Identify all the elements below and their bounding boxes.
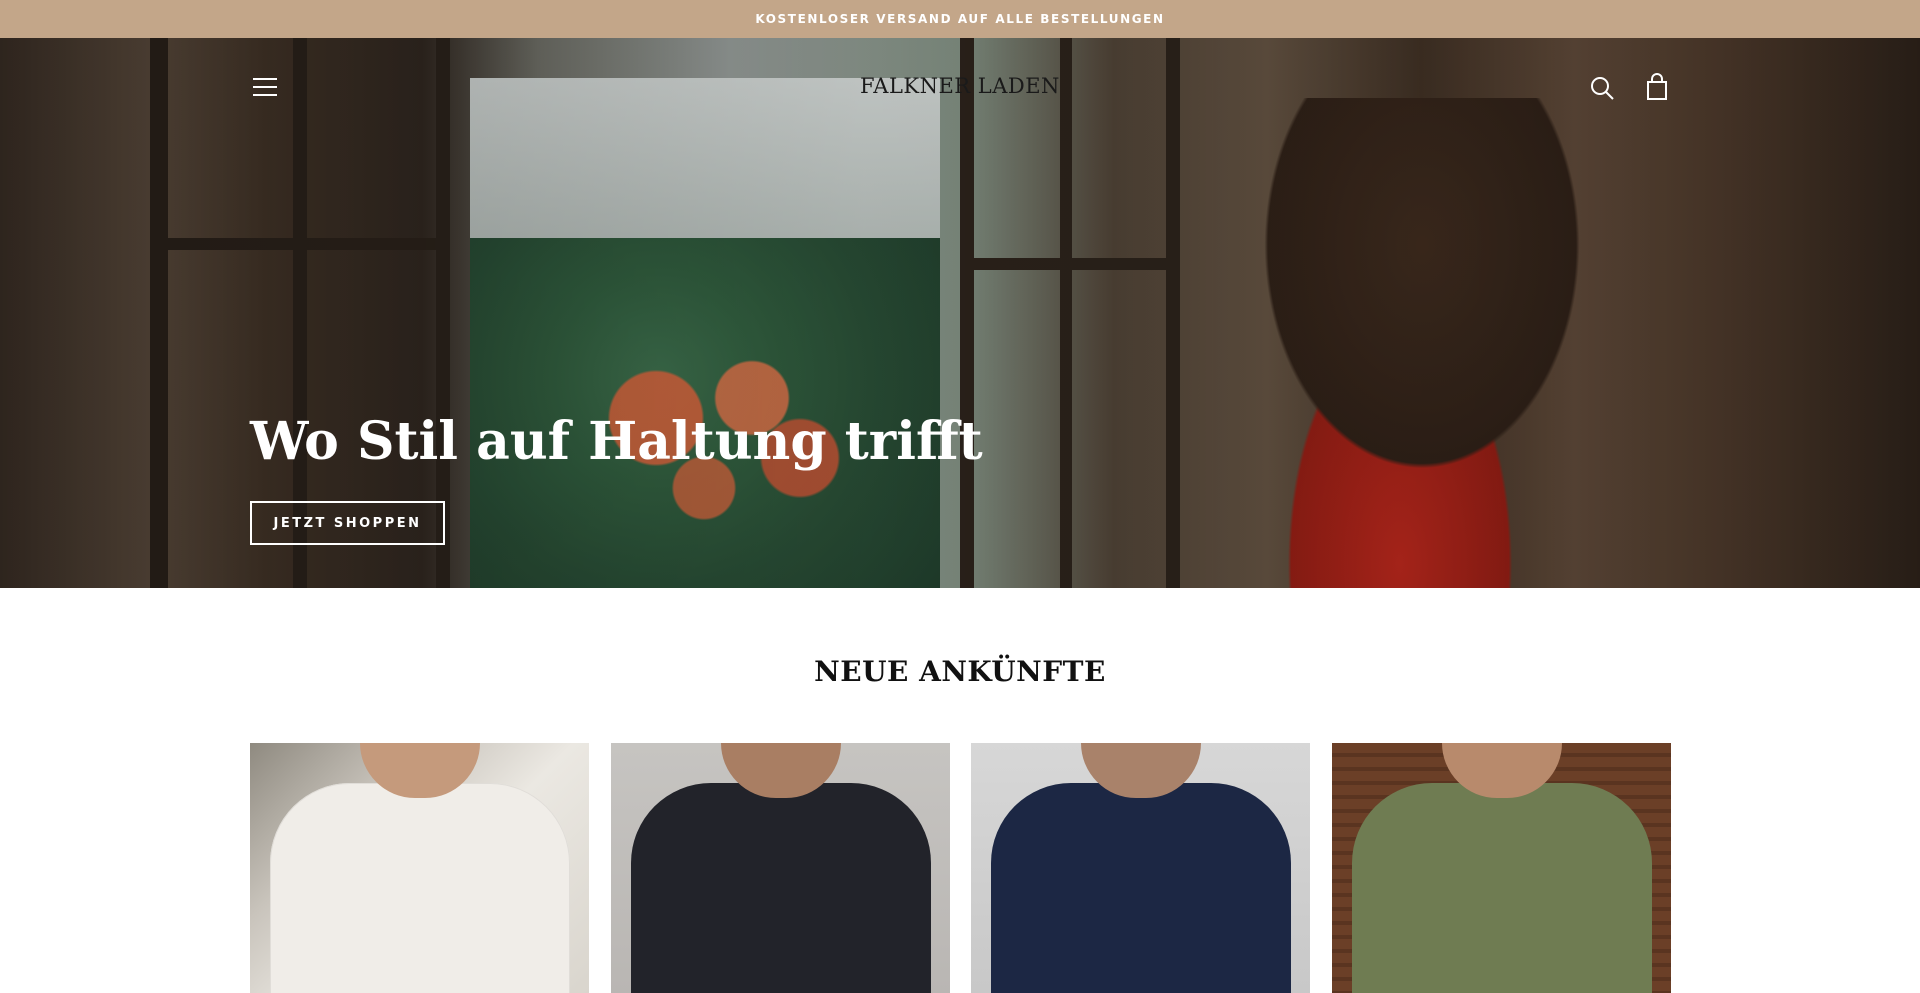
site-header: FALKNER LADEN — [0, 38, 1920, 136]
shopping-bag-icon — [1647, 73, 1667, 100]
menu-button[interactable] — [250, 72, 280, 102]
product-image — [991, 783, 1291, 993]
cart-button[interactable] — [1642, 72, 1672, 102]
shop-now-button[interactable]: JETZT SHOPPEN — [250, 501, 445, 545]
product-card-navy-knit-polo[interactable] — [971, 743, 1310, 993]
hamburger-menu-icon-line — [253, 94, 277, 96]
product-grid — [250, 743, 1671, 993]
product-image — [270, 783, 570, 993]
product-card-black-zip-polo[interactable] — [611, 743, 950, 993]
announcement-text: KOSTENLOSER VERSAND AUF ALLE BESTELLUNGE… — [755, 12, 1165, 26]
hamburger-menu-icon — [253, 78, 277, 80]
announcement-bar: KOSTENLOSER VERSAND AUF ALLE BESTELLUNGE… — [0, 0, 1920, 38]
hero-title: Wo Stil auf Haltung trifft — [250, 411, 983, 472]
product-card-cream-polo[interactable] — [250, 743, 589, 993]
product-card-olive-polo[interactable] — [1332, 743, 1671, 993]
search-icon — [1591, 77, 1614, 100]
site-logo[interactable]: FALKNER LADEN — [760, 74, 1160, 98]
product-image — [1352, 783, 1652, 993]
hamburger-menu-icon-line — [253, 86, 277, 88]
new-arrivals-title: NEUE ANKÜNFTE — [814, 655, 1106, 688]
product-image — [631, 783, 931, 993]
search-button[interactable] — [1588, 74, 1616, 102]
